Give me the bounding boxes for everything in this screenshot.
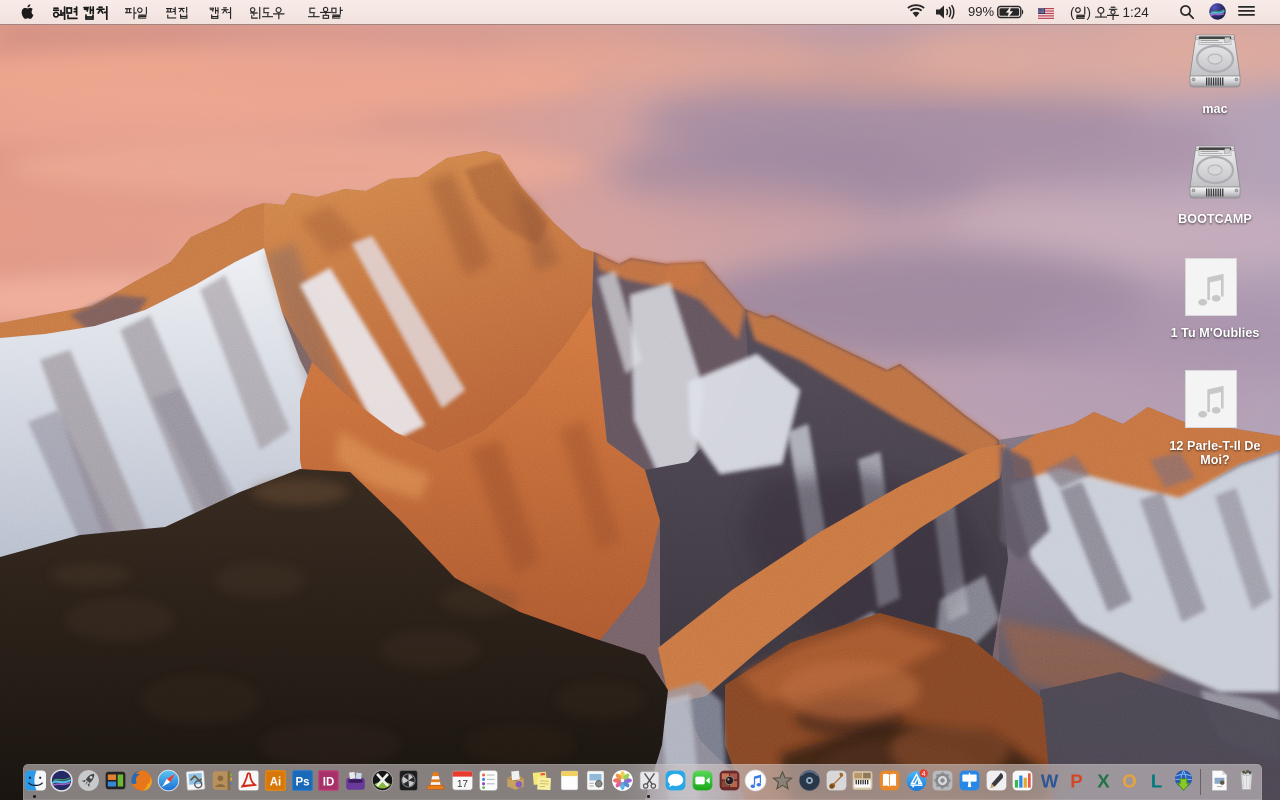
svg-text:X: X [1097,770,1110,791]
svg-text:P: P [1070,770,1082,791]
svg-text:L: L [1151,770,1162,791]
svg-text:4: 4 [921,770,925,778]
svg-text:ID: ID [323,776,335,788]
svg-text:O: O [1122,770,1136,791]
svg-text:W: W [1041,770,1059,791]
svg-text:Ai: Ai [270,776,282,788]
svg-text:17: 17 [457,779,468,790]
svg-text:Ps: Ps [295,776,309,788]
